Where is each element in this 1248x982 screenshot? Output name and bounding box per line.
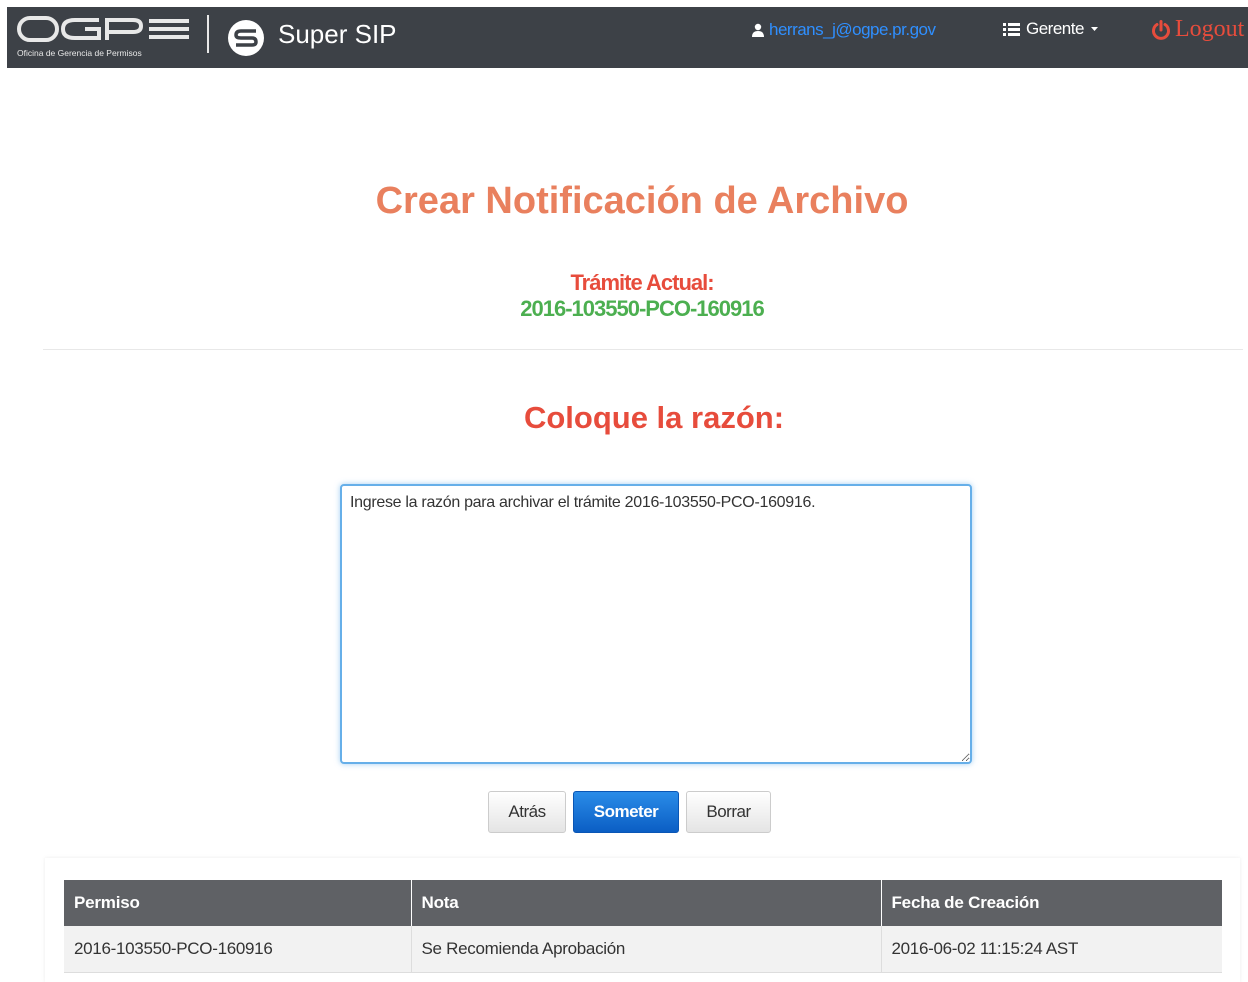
user-icon (752, 23, 764, 37)
role-dropdown[interactable]: Gerente (1003, 19, 1099, 39)
tramite-label: Trámite Actual: (570, 270, 714, 295)
column-header-fecha: Fecha de Creación (881, 880, 1222, 926)
logout-link[interactable]: Logout (1151, 16, 1244, 43)
column-header-nota: Nota (411, 880, 882, 926)
table-row: 2016-103550-PCO-160916 Se Recomienda Apr… (64, 926, 1222, 973)
sip-logo-icon (228, 20, 264, 56)
column-header-permiso: Permiso (64, 880, 412, 926)
role-label: Gerente (1026, 19, 1084, 38)
table-cell-fecha: 2016-06-02 11:15:24 AST (881, 926, 1222, 973)
table-cell-nota: Se Recomienda Aprobación (411, 926, 882, 973)
reason-textarea[interactable]: Ingrese la razón para archivar el trámit… (340, 484, 972, 764)
submit-button[interactable]: Someter (573, 791, 679, 833)
table-header-row: Permiso Nota Fecha de Creación (64, 880, 1222, 926)
list-icon (1003, 22, 1020, 36)
back-button[interactable]: Atrás (488, 791, 566, 833)
power-icon (1152, 19, 1170, 40)
reason-heading: Coloque la razón: (523, 400, 785, 435)
logout-label: Logout (1175, 16, 1245, 42)
logo-subtitle: Oficina de Gerencia de Permisos (17, 48, 142, 58)
page-title: Crear Notificación de Archivo (375, 180, 909, 222)
top-navbar: Oficina de Gerencia de Permisos Super SI… (7, 7, 1248, 68)
ogpe-logo-icon (17, 16, 189, 42)
caret-down-icon (1090, 27, 1098, 31)
navbar-divider (207, 15, 209, 53)
ogpe-logo[interactable]: Oficina de Gerencia de Permisos (17, 14, 197, 58)
clear-button[interactable]: Borrar (686, 791, 771, 833)
divider (43, 349, 1243, 350)
user-email: herrans_j@ogpe.pr.gov (769, 20, 936, 39)
brand-name[interactable]: Super SIP (278, 19, 397, 50)
history-table: Permiso Nota Fecha de Creación 2016-1035… (64, 880, 1222, 973)
tramite-value: 2016-103550-PCO-160916 (520, 296, 764, 321)
table-cell-permiso: 2016-103550-PCO-160916 (64, 926, 412, 973)
user-menu[interactable]: herrans_j@ogpe.pr.gov (751, 20, 936, 40)
